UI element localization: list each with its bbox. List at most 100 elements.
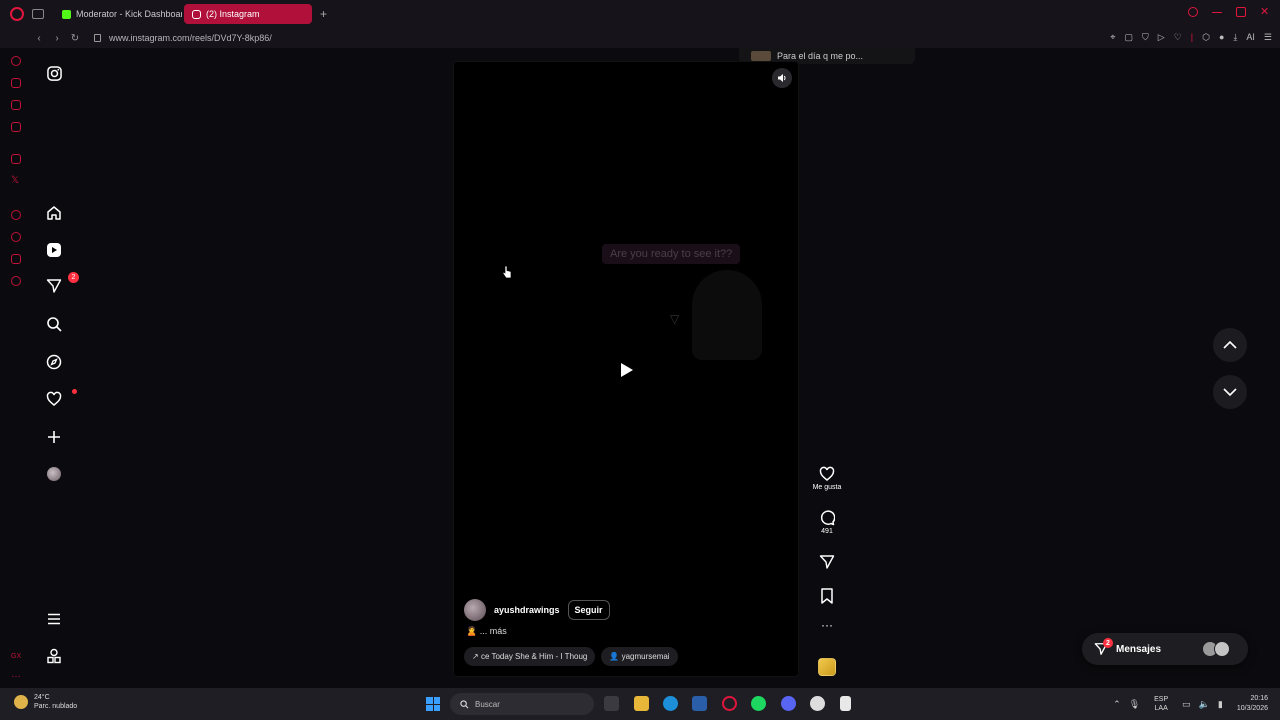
edge-icon[interactable] [663,696,678,711]
player-sidebar-icon[interactable] [11,210,21,220]
profile-avatar[interactable] [44,464,64,484]
minimize-button[interactable] [1212,12,1222,13]
weather-temp: 24°C [34,694,50,701]
task-view-icon[interactable] [604,696,619,711]
author-avatar[interactable] [464,599,486,621]
taskbar-search[interactable]: Buscar [450,693,594,715]
more-menu-icon[interactable] [44,609,64,629]
search-tabs-icon[interactable] [1188,7,1198,17]
file-explorer-icon[interactable] [634,696,649,711]
save-button[interactable] [807,588,847,604]
system-tray: ⌃ 🎙 ESP LAA ▭ 🔈 ▮ 20:16 10/3/2026 [1109,688,1280,720]
network-icon[interactable]: ▭ [1182,699,1191,710]
reel-caption[interactable]: 🙎 ... más [466,626,507,637]
weather-icon [14,695,28,709]
shield-icon[interactable]: ⛉ [1142,32,1149,43]
create-icon[interactable] [44,427,64,447]
direct-icon[interactable]: 2 [44,272,79,296]
restore-button[interactable] [1236,7,1246,17]
back-button[interactable]: ‹ [30,33,48,44]
url-field[interactable]: www.instagram.com/reels/DVd7Y-8kp86/ [109,33,272,43]
messenger-icon[interactable] [11,100,21,110]
pin-icon[interactable]: ⌖ [1110,32,1115,43]
tagged-user-text: yagmursemai [621,652,670,661]
previous-reel-button[interactable] [1213,328,1247,362]
tab-islands-icon[interactable] [32,9,44,19]
forward-button[interactable]: › [48,33,66,44]
document-icon[interactable] [840,696,851,711]
search-placeholder: Buscar [475,699,500,709]
gx-icon[interactable]: GX [11,652,21,662]
tagged-user-pill[interactable]: 👤 yagmursemai [601,647,678,666]
history-icon[interactable] [11,232,21,242]
new-tab-button[interactable]: + [320,7,327,21]
battery-icon[interactable]: ▮ [1218,699,1223,710]
instagram-logo-icon[interactable] [44,63,64,83]
player-icon[interactable]: ▷ [1158,32,1165,43]
close-button[interactable]: ✕ [1260,7,1270,18]
download-icon[interactable]: ⤓ [1233,32,1237,43]
comment-button[interactable]: 491 [807,510,847,535]
discord-icon[interactable] [781,696,796,711]
reload-button[interactable]: ↻ [66,33,84,44]
opera-logo-icon[interactable] [10,7,24,21]
aria-icon[interactable] [11,56,21,66]
author-username[interactable]: ayushdrawings [494,605,560,615]
extensions-sidebar-icon[interactable] [11,254,21,264]
share-button[interactable] [807,554,847,570]
microphone-icon[interactable]: 🎙 [1129,699,1140,710]
app-icon[interactable] [810,696,825,711]
aria-ai-button[interactable]: AI [1246,32,1255,43]
notifications-badge: 2 [68,272,79,283]
audio-button[interactable] [807,658,847,676]
opera-gx-taskbar-icon[interactable] [722,696,737,711]
x-icon[interactable]: 𝕏 [11,176,21,186]
messages-button[interactable]: 2 Mensajes [1082,633,1248,665]
store-icon[interactable] [692,696,707,711]
twitch-icon[interactable] [11,154,21,164]
play-button[interactable] [620,362,634,383]
more-icon[interactable]: … [11,670,21,682]
spotify-icon[interactable] [751,696,766,711]
like-button[interactable]: Me gusta [807,466,847,491]
heart-icon[interactable]: ♡ [1174,32,1182,43]
home-icon[interactable] [44,203,64,223]
language-indicator[interactable]: ESP LAA [1154,695,1168,713]
send-icon [819,555,835,569]
follow-button[interactable]: Seguir [567,600,610,620]
snapshot-icon[interactable]: ▢ [1125,32,1134,43]
windows-start-icon[interactable] [426,697,440,711]
hand-cursor-icon [502,265,512,284]
weather-widget[interactable]: 24°C Parc. nublado [14,693,77,711]
audio-track-text: ce Today She & Him - I Thoug [480,652,588,661]
clock[interactable]: 20:16 10/3/2026 [1237,694,1268,714]
reel-video[interactable]: Are you ready to see it?? ▽ ayushdrawing… [453,61,799,677]
search-icon[interactable] [44,314,64,334]
mail-icon[interactable] [11,122,21,132]
toast-thumbnail [751,51,771,61]
explore-icon[interactable] [44,352,64,372]
volume-button[interactable] [772,68,792,88]
heart-icon [819,466,835,481]
also-from-meta-icon[interactable] [44,646,64,666]
tab-kick-dashboard[interactable]: Moderator - Kick Dashboard [54,4,182,24]
next-reel-button[interactable] [1213,375,1247,409]
profile-icon[interactable]: ● [1219,32,1224,43]
lock-icon[interactable] [94,34,101,42]
more-options-icon[interactable]: ··· [807,619,847,631]
chevron-up-icon[interactable]: ⌃ [1113,699,1121,710]
settings-icon[interactable] [11,276,21,286]
tab-instagram[interactable]: (2) Instagram [184,4,312,24]
window-controls: ✕ [1188,7,1270,18]
extensions-icon[interactable]: ⬡ [1202,32,1210,43]
reels-icon[interactable] [44,240,64,260]
play-icon [621,363,633,377]
browser-toolbar: ⌖ ▢ ⛉ ▷ ♡ | ⬡ ● ⤓ AI ☰ [1110,32,1272,43]
reel-author: ayushdrawings Seguir [464,599,610,621]
workspace-icon[interactable] [11,78,21,88]
notifications-heart-icon[interactable] [44,389,77,409]
chevron-down-icon [1223,388,1237,397]
audio-track-pill[interactable]: ↗ ce Today She & Him - I Thoug [464,647,596,666]
volume-icon[interactable]: 🔈 [1199,699,1210,710]
menu-icon[interactable]: ☰ [1264,32,1272,43]
